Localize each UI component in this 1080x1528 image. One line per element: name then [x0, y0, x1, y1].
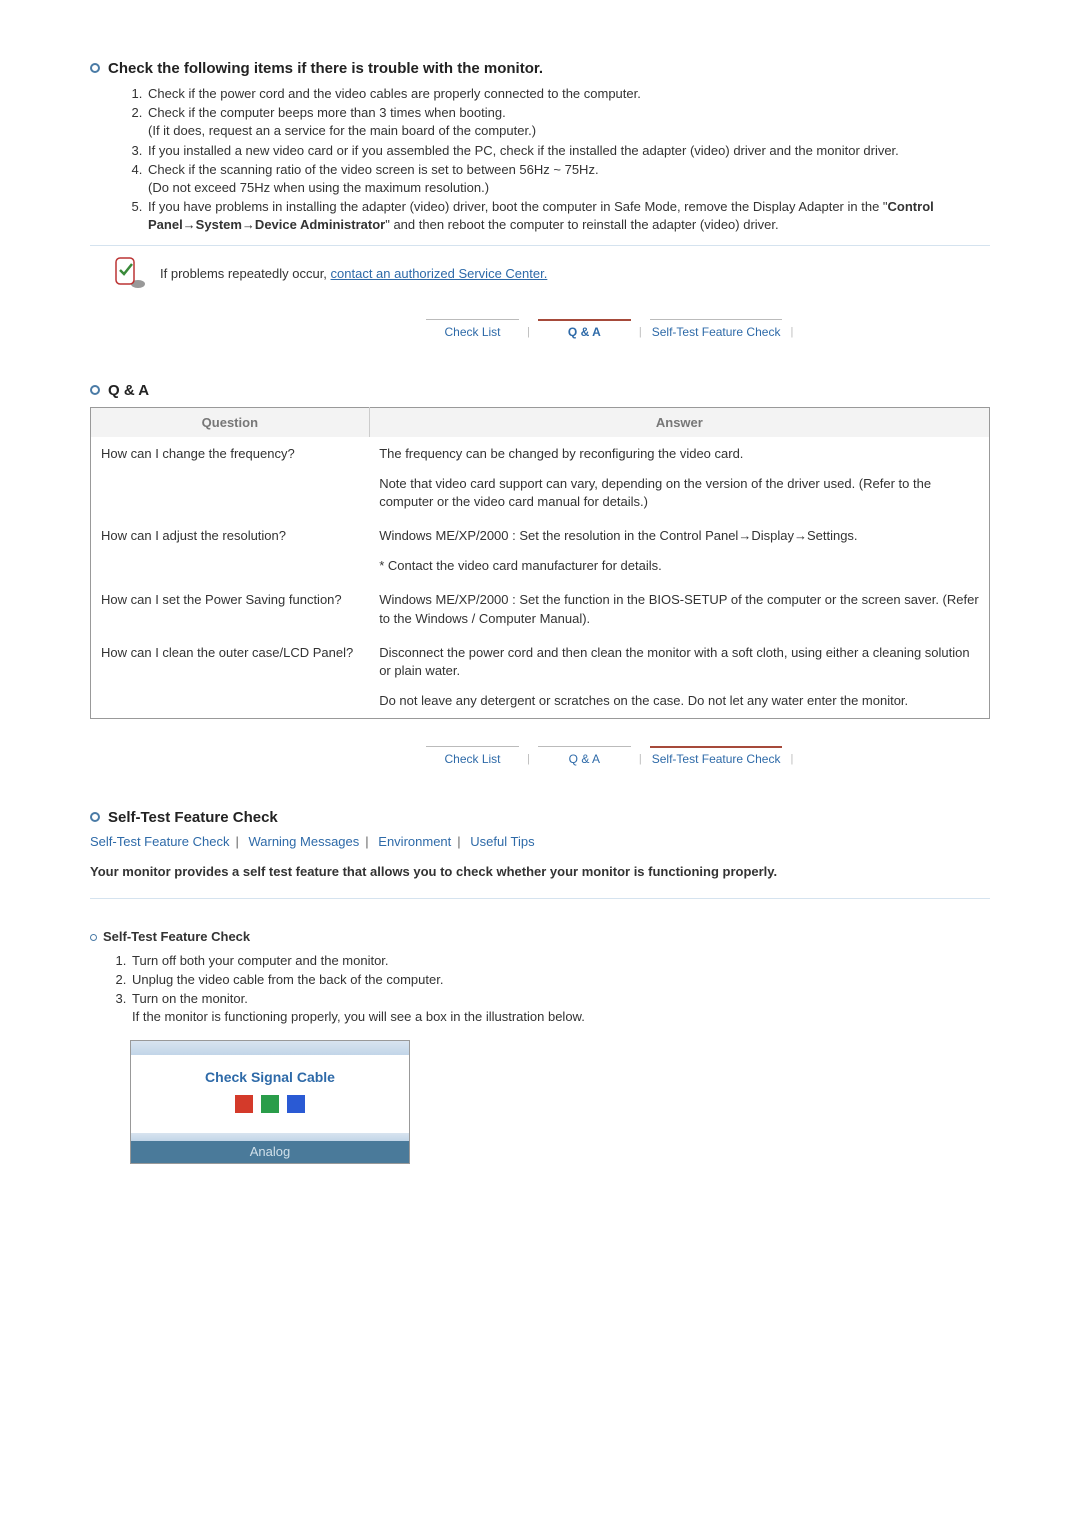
bullet-icon: [90, 385, 100, 395]
list-item: Check if the scanning ratio of the video…: [146, 161, 990, 197]
table-row: How can I clean the outer case/LCD Panel…: [91, 636, 990, 719]
list-item: Turn off both your computer and the moni…: [130, 952, 990, 970]
self-test-intro: Your monitor provides a self test featur…: [90, 863, 990, 881]
qa-answer: Windows ME/XP/2000 : Set the resolution …: [369, 519, 989, 583]
bullet-icon: [90, 812, 100, 822]
tab-qa[interactable]: Q & A: [532, 322, 637, 342]
section1-title: Check the following items if there is tr…: [108, 60, 543, 77]
tab-separator: |: [637, 326, 644, 338]
self-test-steps: Turn off both your computer and the moni…: [130, 952, 990, 1027]
tab-self-test[interactable]: Self-Test Feature Check: [644, 749, 789, 769]
monitor-mid-bar: [131, 1133, 409, 1141]
link-warning-messages[interactable]: Warning Messages: [248, 834, 359, 849]
monitor-top-bar: [131, 1041, 409, 1055]
qa-table: Question Answer How can I change the fre…: [90, 407, 990, 720]
divider: [90, 245, 990, 246]
note-text: If problems repeatedly occur, contact an…: [160, 266, 547, 281]
th-answer: Answer: [369, 407, 989, 437]
tab-qa[interactable]: Q & A: [532, 749, 637, 769]
qa-question: How can I change the frequency?: [91, 437, 370, 520]
divider: [90, 898, 990, 899]
table-row: How can I set the Power Saving function?…: [91, 583, 990, 635]
sub-heading-self-test: Self-Test Feature Check: [90, 929, 990, 944]
tab-separator: |: [525, 326, 532, 338]
bullet-icon: [90, 934, 97, 941]
list-item: Turn on the monitor.If the monitor is fu…: [130, 990, 990, 1026]
qa-answer: Disconnect the power cord and then clean…: [369, 636, 989, 719]
link-environment[interactable]: Environment: [378, 834, 451, 849]
list-item: Check if the power cord and the video ca…: [146, 85, 990, 103]
qa-question: How can I adjust the resolution?: [91, 519, 370, 583]
qa-answer: The frequency can be changed by reconfig…: [369, 437, 989, 520]
tab-self-test[interactable]: Self-Test Feature Check: [644, 322, 789, 342]
table-row: How can I change the frequency? The freq…: [91, 437, 990, 520]
monitor-illustration: Check Signal Cable Analog: [130, 1040, 410, 1164]
clipboard-check-icon: [110, 256, 146, 292]
bullet-icon: [90, 63, 100, 73]
link-useful-tips[interactable]: Useful Tips: [470, 834, 534, 849]
check-signal-cable-text: Check Signal Cable: [131, 1069, 409, 1085]
trouble-list: Check if the power cord and the video ca…: [146, 85, 990, 235]
link-self-test-feature[interactable]: Self-Test Feature Check: [90, 834, 229, 849]
tabs-strip-2: Check List | Q & A | Self-Test Feature C…: [420, 749, 990, 769]
section3-title: Self-Test Feature Check: [108, 809, 278, 826]
list-item: If you have problems in installing the a…: [146, 198, 990, 234]
list-item: If you installed a new video card or if …: [146, 142, 990, 160]
tab-separator: |: [788, 753, 795, 765]
red-square-icon: [235, 1095, 253, 1113]
blue-square-icon: [287, 1095, 305, 1113]
tab-separator: |: [637, 753, 644, 765]
tab-check-list[interactable]: Check List: [420, 749, 525, 769]
tabs-strip-1: Check List | Q & A | Self-Test Feature C…: [420, 322, 990, 342]
monitor-message-area: Check Signal Cable: [131, 1055, 409, 1123]
note-row: If problems repeatedly occur, contact an…: [110, 256, 990, 292]
list-item: Check if the computer beeps more than 3 …: [146, 104, 990, 140]
table-row: How can I adjust the resolution? Windows…: [91, 519, 990, 583]
tab-separator: |: [525, 753, 532, 765]
list-item: Unplug the video cable from the back of …: [130, 971, 990, 989]
qa-question: How can I clean the outer case/LCD Panel…: [91, 636, 370, 719]
green-square-icon: [261, 1095, 279, 1113]
self-test-sublinks: Self-Test Feature Check| Warning Message…: [90, 834, 990, 849]
section2-title: Q & A: [108, 382, 149, 399]
th-question: Question: [91, 407, 370, 437]
qa-question: How can I set the Power Saving function?: [91, 583, 370, 635]
qa-answer: Windows ME/XP/2000 : Set the function in…: [369, 583, 989, 635]
section-self-test: Self-Test Feature Check Self-Test Featur…: [90, 809, 990, 1164]
monitor-mode-label: Analog: [131, 1141, 409, 1163]
tab-check-list[interactable]: Check List: [420, 322, 525, 342]
section-trouble-check: Check the following items if there is tr…: [90, 60, 990, 292]
rgb-squares: [131, 1095, 409, 1113]
service-center-link[interactable]: contact an authorized Service Center.: [331, 266, 548, 281]
section-qa: Q & A Question Answer How can I change t…: [90, 382, 990, 720]
tab-separator: |: [788, 326, 795, 338]
